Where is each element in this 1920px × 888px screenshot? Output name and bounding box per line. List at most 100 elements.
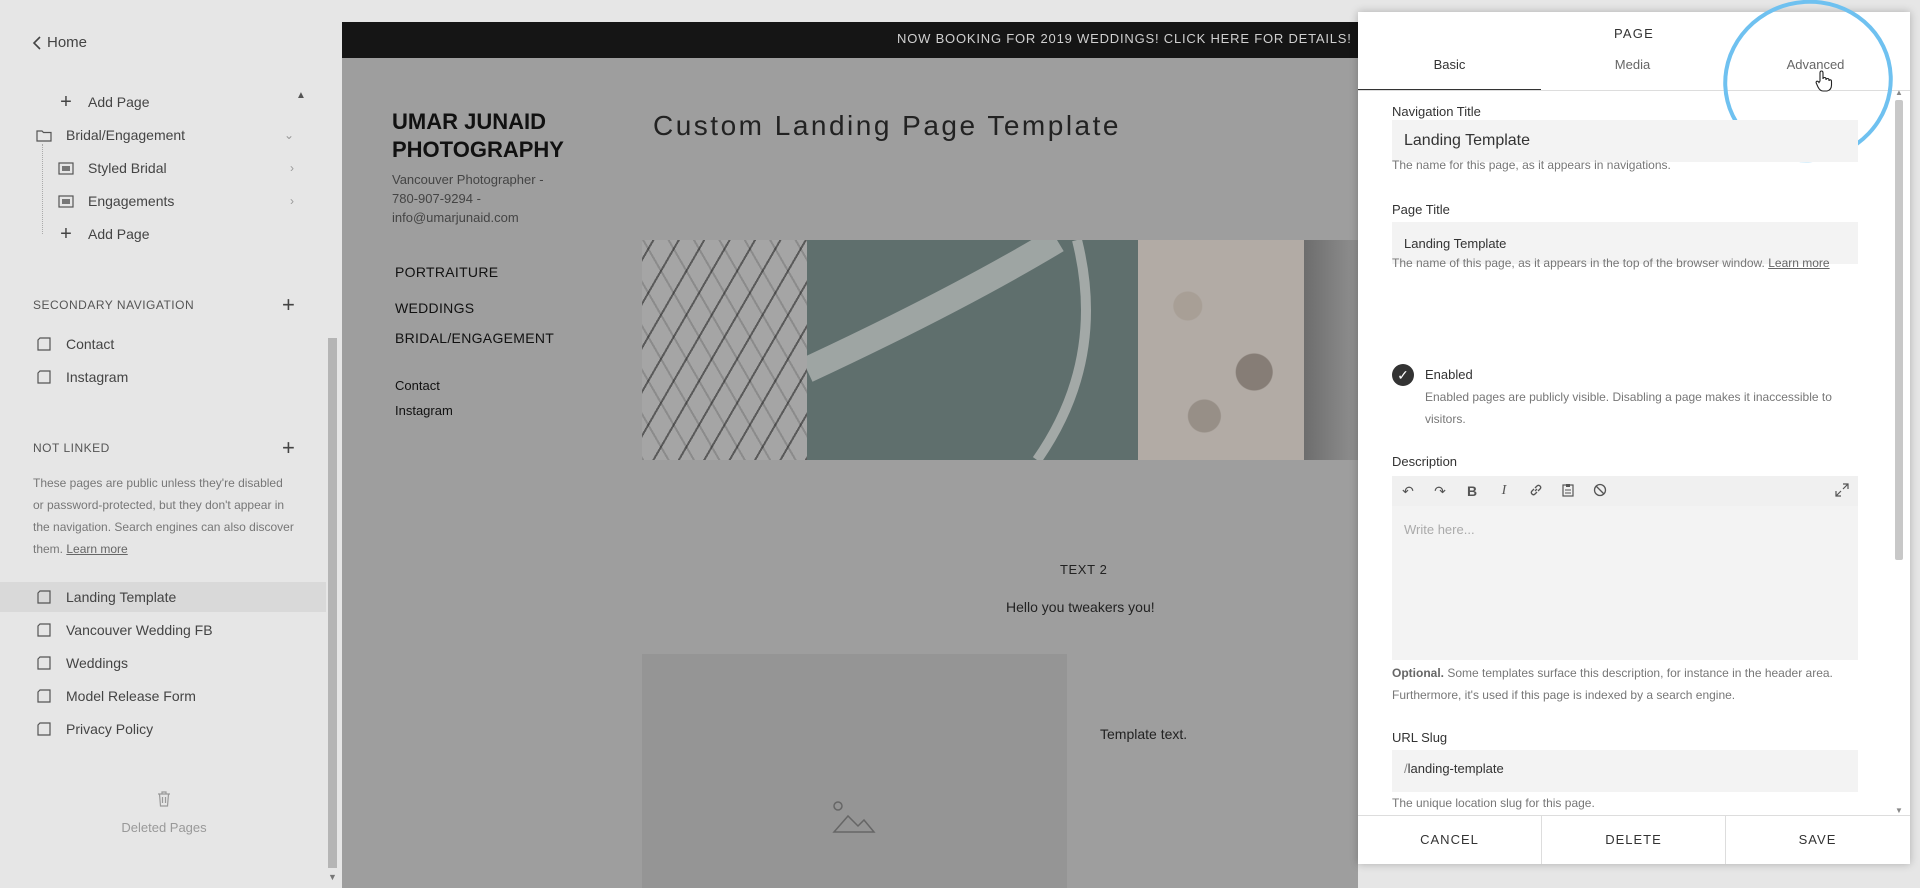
site-nav-portraiture[interactable]: PORTRAITURE xyxy=(395,264,498,280)
tab-basic[interactable]: Basic xyxy=(1358,52,1541,90)
announcement-text: NOW BOOKING FOR 2019 WEDDINGS! CLICK HER… xyxy=(897,31,1352,46)
sidebar-item-label: Contact xyxy=(66,336,115,352)
link-icon[interactable] xyxy=(1520,483,1552,500)
sidebar-item-engagements[interactable]: Engagements › xyxy=(58,190,296,212)
panel-scrollbar[interactable] xyxy=(1895,100,1903,560)
page-title-help-text: The name of this page, as it appears in … xyxy=(1392,256,1765,270)
sidebar-item-privacy-policy[interactable]: Privacy Policy xyxy=(36,718,153,740)
description-help-text: Some templates surface this description,… xyxy=(1392,666,1833,702)
not-linked-heading: NOT LINKED xyxy=(33,441,110,455)
panel-scroll-up-icon[interactable]: ▲ xyxy=(1895,88,1903,97)
deleted-pages-button[interactable]: Deleted Pages xyxy=(105,790,223,835)
gallery-icon xyxy=(58,194,74,208)
save-button[interactable]: SAVE xyxy=(1726,816,1909,864)
italic-icon[interactable]: I xyxy=(1488,483,1520,499)
url-slug-input[interactable]: /landing-template xyxy=(1392,750,1858,792)
sidebar-item-styled-bridal[interactable]: Styled Bridal › xyxy=(58,157,296,179)
image-gallery[interactable] xyxy=(642,240,1358,460)
tree-connector xyxy=(42,144,43,234)
sidebar-item-label: Add Page xyxy=(88,94,150,110)
gallery-image[interactable] xyxy=(642,240,807,460)
site-subnav-contact[interactable]: Contact xyxy=(395,378,440,393)
sidebar-item-contact[interactable]: Contact xyxy=(36,333,114,355)
landing-page-title: Custom Landing Page Template xyxy=(653,110,1121,141)
gallery-image[interactable] xyxy=(1304,240,1358,460)
page-icon xyxy=(36,689,52,703)
url-slug-help: The unique location slug for this page. xyxy=(1392,796,1595,810)
description-help: Optional. Some templates surface this de… xyxy=(1392,662,1862,706)
add-not-linked-page-icon[interactable]: + xyxy=(282,437,295,459)
folder-icon xyxy=(36,128,52,142)
tagline-line-3: info@umarjunaid.com xyxy=(392,210,519,225)
site-nav-bridal-engagement[interactable]: BRIDAL/ENGAGEMENT xyxy=(395,330,554,346)
scroll-up-icon[interactable]: ▲ xyxy=(296,90,306,101)
sidebar-item-vancouver-wedding-fb[interactable]: Vancouver Wedding FB xyxy=(36,619,213,641)
tagline-line-1: Vancouver Photographer - xyxy=(392,172,544,187)
image-placeholder-block[interactable] xyxy=(642,654,1067,888)
page-icon xyxy=(36,623,52,637)
sidebar-item-model-release-form[interactable]: Model Release Form xyxy=(36,685,196,707)
site-nav-weddings[interactable]: WEDDINGS xyxy=(395,300,474,316)
sidebar-item-label: Add Page xyxy=(88,226,150,242)
chevron-down-icon[interactable]: ⌄ xyxy=(284,128,294,142)
plus-icon: + xyxy=(60,90,72,113)
add-secondary-page-icon[interactable]: + xyxy=(282,294,295,316)
scroll-down-icon[interactable]: ▼ xyxy=(328,872,337,882)
editor-toolbar: ↶ ↷ B I xyxy=(1392,476,1858,506)
home-link[interactable]: Home xyxy=(32,34,87,51)
undo-icon[interactable]: ↶ xyxy=(1392,483,1424,500)
sidebar-item-label: Model Release Form xyxy=(66,688,196,704)
site-brand[interactable]: UMAR JUNAID PHOTOGRAPHY xyxy=(392,108,592,164)
template-text: Template text. xyxy=(1100,726,1188,742)
sidebar-item-label: Vancouver Wedding FB xyxy=(66,622,213,638)
sidebar-item-label: Instagram xyxy=(66,369,129,385)
home-label: Home xyxy=(47,34,88,51)
enabled-checkbox[interactable]: ✓ xyxy=(1392,364,1414,386)
redo-icon[interactable]: ↷ xyxy=(1424,483,1456,500)
announcement-bar[interactable]: NOW BOOKING FOR 2019 WEDDINGS! CLICK HER… xyxy=(342,22,1358,58)
url-slug-value: landing-template xyxy=(1407,761,1504,776)
site-tagline: Vancouver Photographer - 780-907-9294 - … xyxy=(392,170,592,227)
secondary-navigation-heading: SECONDARY NAVIGATION xyxy=(33,298,195,312)
sidebar-item-label: Bridal/Engagement xyxy=(66,127,186,143)
sidebar: Home + Add Page ▲ Bridal/Engagement ⌄ St… xyxy=(0,0,337,888)
chevron-right-icon[interactable]: › xyxy=(290,194,294,208)
expand-icon[interactable] xyxy=(1826,482,1858,500)
bold-icon[interactable]: B xyxy=(1456,483,1488,499)
chevron-left-icon xyxy=(32,35,41,50)
page-title-label: Page Title xyxy=(1392,202,1450,217)
learn-more-link[interactable]: Learn more xyxy=(66,542,127,556)
page-icon xyxy=(36,337,52,351)
sidebar-item-weddings[interactable]: Weddings xyxy=(36,652,128,674)
panel-footer: CANCEL DELETE SAVE xyxy=(1358,815,1910,864)
sidebar-item-instagram[interactable]: Instagram xyxy=(36,366,128,388)
brand-line-2: PHOTOGRAPHY xyxy=(392,137,564,162)
sidebar-folder-bridal[interactable]: Bridal/Engagement ⌄ xyxy=(36,124,296,146)
description-editor[interactable]: Write here... xyxy=(1392,506,1858,660)
gallery-image[interactable] xyxy=(807,240,1138,460)
sidebar-item-label: Weddings xyxy=(66,655,129,671)
hand-cursor-icon xyxy=(1815,70,1833,92)
sidebar-add-page[interactable]: + Add Page xyxy=(58,222,150,245)
panel-content[interactable]: Navigation Title The name for this page,… xyxy=(1358,90,1910,816)
site-preview[interactable]: NOW BOOKING FOR 2019 WEDDINGS! CLICK HER… xyxy=(342,22,1358,888)
tab-media[interactable]: Media xyxy=(1541,52,1724,90)
panel-scroll-down-icon[interactable]: ▼ xyxy=(1895,806,1903,815)
page-icon xyxy=(36,656,52,670)
enabled-help: Enabled pages are publicly visible. Disa… xyxy=(1425,390,1832,426)
navigation-title-help: The name for this page, as it appears in… xyxy=(1392,158,1671,172)
site-subnav-instagram[interactable]: Instagram xyxy=(395,403,453,418)
sidebar-item-landing-template[interactable]: Landing Template xyxy=(36,586,176,608)
delete-button[interactable]: DELETE xyxy=(1542,816,1726,864)
sidebar-scrollbar[interactable] xyxy=(328,338,337,868)
chevron-right-icon[interactable]: › xyxy=(290,161,294,175)
paste-icon[interactable] xyxy=(1552,483,1584,500)
learn-more-link[interactable]: Learn more xyxy=(1768,256,1829,270)
deleted-pages-label: Deleted Pages xyxy=(121,820,207,835)
plus-icon: + xyxy=(60,222,72,245)
clear-format-icon[interactable] xyxy=(1584,483,1616,500)
cancel-button[interactable]: CANCEL xyxy=(1358,816,1542,864)
panel-title: PAGE xyxy=(1614,26,1654,41)
sidebar-add-page[interactable]: + Add Page xyxy=(58,90,150,113)
gallery-image[interactable] xyxy=(1138,240,1304,460)
